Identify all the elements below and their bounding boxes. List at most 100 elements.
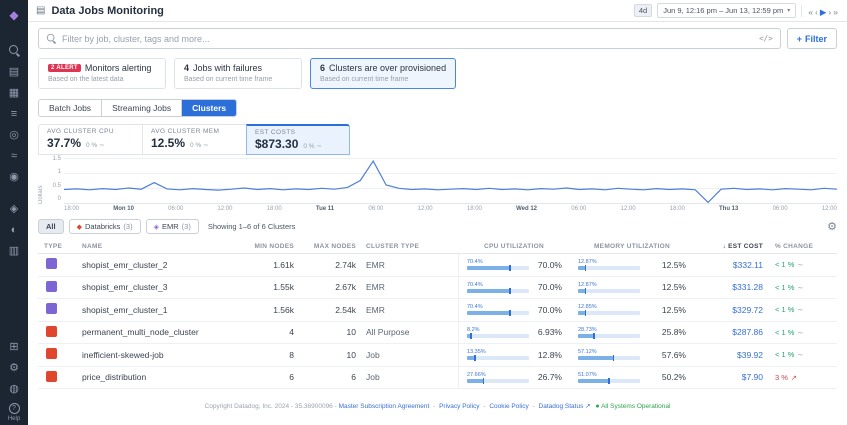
col-cpu-utilization[interactable]: CPU UTILIZATION (458, 243, 570, 250)
mem-value: 50.2% (662, 372, 686, 382)
max-nodes-value: 2.54k (304, 305, 366, 315)
card-clusters-over-provisioned[interactable]: 6 Clusters are over provisioned Based on… (310, 58, 456, 89)
est-cost-value[interactable]: $331.28 (694, 282, 769, 292)
clusters-table: shopist_emr_cluster_2 1.61k 2.74k EMR 70… (38, 254, 837, 389)
cpu-value: 70.0% (538, 260, 562, 270)
help-button[interactable]: ? Help (8, 403, 20, 422)
metric-avg-cluster-cpu[interactable]: AVG CLUSTER CPU 37.7% 0 % ∼ (38, 124, 142, 155)
watchdog-icon[interactable]: ◉ (4, 168, 24, 185)
organization-icon[interactable]: ◍ (4, 380, 24, 397)
col-min-nodes[interactable]: MIN NODES (246, 243, 304, 250)
system-status-text: All Systems Operational (601, 403, 670, 410)
x-tick-label: Tue 11 (316, 206, 334, 212)
security-icon[interactable]: ◈ (4, 200, 24, 217)
min-nodes-value: 1.56k (246, 305, 304, 315)
mem-bar (578, 356, 640, 360)
est-cost-value[interactable]: $332.11 (694, 260, 769, 270)
settings-icon[interactable]: ⚙ (4, 359, 24, 376)
mem-value: 12.5% (662, 260, 686, 270)
cluster-type-icon (46, 348, 57, 359)
percent-change-value: < 1 %∼ (769, 283, 837, 292)
add-filter-button[interactable]: + Filter (787, 28, 837, 49)
est-cost-value[interactable]: $287.86 (694, 327, 769, 337)
footer-link-msa[interactable]: Master Subscription Agreement (339, 403, 430, 410)
est-cost-value[interactable]: $39.92 (694, 350, 769, 360)
gear-icon[interactable]: ⚙ (827, 220, 837, 233)
card-jobs-with-failures[interactable]: 4 Jobs with failures Based on current ti… (174, 58, 302, 89)
col-type[interactable]: TYPE (38, 243, 82, 250)
cluster-name[interactable]: price_distribution (82, 372, 246, 382)
chart-plot-area[interactable] (64, 158, 837, 204)
col-percent-change[interactable]: % CHANGE (769, 243, 837, 250)
search-icon (47, 34, 56, 43)
time-range-picker[interactable]: Jun 9, 12:16 pm – Jun 13, 12:59 pm ▾ (657, 3, 796, 18)
tab-batch-jobs[interactable]: Batch Jobs (39, 100, 102, 116)
card-count: 4 (184, 63, 189, 73)
cluster-name[interactable]: shopist_emr_cluster_3 (82, 282, 246, 292)
code-view-icon[interactable]: </> (759, 34, 773, 43)
card-subtitle: Based on the latest data (48, 76, 156, 83)
cluster-name[interactable]: shopist_emr_cluster_2 (82, 260, 246, 270)
table-row[interactable]: shopist_emr_cluster_3 1.55k 2.67k EMR 70… (38, 277, 837, 300)
col-name[interactable]: NAME (82, 243, 246, 250)
col-max-nodes[interactable]: MAX NODES (304, 243, 366, 250)
cluster-name[interactable]: shopist_emr_cluster_1 (82, 305, 246, 315)
time-preset-badge[interactable]: 4d (634, 4, 652, 17)
table-row[interactable]: price_distribution 6 6 Job 27.66% 26.7% … (38, 367, 837, 390)
table-row[interactable]: permanent_multi_node_cluster 4 10 All Pu… (38, 322, 837, 345)
mem-value: 57.6% (662, 350, 686, 360)
cluster-name[interactable]: permanent_multi_node_cluster (82, 327, 246, 337)
cpu-bar (467, 311, 529, 315)
metrics-icon[interactable]: ≈ (4, 147, 24, 164)
search-icon[interactable] (4, 42, 24, 59)
search-box[interactable]: </> (38, 28, 781, 49)
table-row[interactable]: shopist_emr_cluster_2 1.61k 2.74k EMR 70… (38, 254, 837, 277)
infrastructure-icon[interactable]: ▤ (4, 63, 24, 80)
filter-pill-databricks[interactable]: ◆ Databricks (3) (69, 219, 141, 234)
tab-streaming-jobs[interactable]: Streaming Jobs (102, 100, 182, 116)
x-tick-label: 12:00 (621, 206, 636, 212)
footer-link-status[interactable]: Datadog Status ↗ (539, 403, 591, 410)
page-header: ▤ Data Jobs Monitoring 4d Jun 9, 12:16 p… (28, 0, 847, 22)
est-cost-value[interactable]: $329.72 (694, 305, 769, 315)
metric-avg-cluster-mem[interactable]: AVG CLUSTER MEM 12.5% 0 % ∼ (142, 124, 246, 155)
cluster-name[interactable]: inefficient-skewed-job (82, 350, 246, 360)
card-monitors-alerting[interactable]: 2 ALERT Monitors alerting Based on the l… (38, 58, 166, 89)
table-row[interactable]: inefficient-skewed-job 8 10 Job 13.35% 1… (38, 344, 837, 367)
synthetics-icon[interactable]: ◐ (4, 221, 24, 238)
cpu-utilization-cell: 70.4% 70.0% (458, 299, 570, 321)
cpu-bar (467, 266, 529, 270)
col-est-cost-sorted[interactable]: ↓ EST COST (694, 243, 769, 250)
cpu-utilization-cell: 27.66% 26.7% (458, 367, 570, 389)
footer-link-privacy[interactable]: Privacy Policy (439, 403, 479, 410)
change-trend-icon: ∼ (797, 262, 803, 269)
metric-est-costs[interactable]: EST COSTS $873.30 0 % ∼ (246, 124, 350, 155)
logs-icon[interactable]: ≡ (4, 105, 24, 122)
dashboards-icon[interactable]: ▥ (4, 242, 24, 259)
metric-value: 12.5% (151, 136, 185, 150)
search-input[interactable] (62, 34, 754, 44)
apm-icon[interactable]: ◎ (4, 126, 24, 143)
footer-link-cookie[interactable]: Cookie Policy (489, 403, 528, 410)
status-dot-icon: ● (595, 403, 599, 410)
est-cost-value[interactable]: $7.90 (694, 372, 769, 382)
cpu-bar-label: 8.2% (467, 327, 529, 334)
tab-clusters[interactable]: Clusters (182, 100, 236, 116)
datadog-logo-icon[interactable]: ◆ (4, 6, 24, 23)
filter-pill-emr[interactable]: ◈ EMR (3) (146, 219, 199, 234)
host-map-icon[interactable]: ▦ (4, 84, 24, 101)
table-row[interactable]: shopist_emr_cluster_1 1.56k 2.54k EMR 70… (38, 299, 837, 322)
chart-y-axis: Dollars 1.510.50 (38, 158, 64, 204)
est-costs-chart: Dollars 1.510.50 18:00Mon 1006:0012:0018… (38, 158, 837, 212)
filter-pill-all[interactable]: All (38, 219, 64, 234)
skip-forward-button[interactable]: » (832, 7, 839, 17)
cpu-value: 6.93% (538, 327, 562, 337)
cpu-bar-label: 27.66% (467, 372, 529, 379)
alert-badge: 2 ALERT (48, 64, 81, 72)
col-memory-utilization[interactable]: MEMORY UTILIZATION (570, 243, 694, 250)
col-cluster-type[interactable]: CLUSTER TYPE (366, 243, 458, 250)
percent-change-value: < 1 %∼ (769, 305, 837, 314)
mem-bar-label: 12.87% (578, 259, 640, 266)
integrations-icon[interactable]: ⊞ (4, 338, 24, 355)
metric-value: $873.30 (255, 137, 298, 151)
